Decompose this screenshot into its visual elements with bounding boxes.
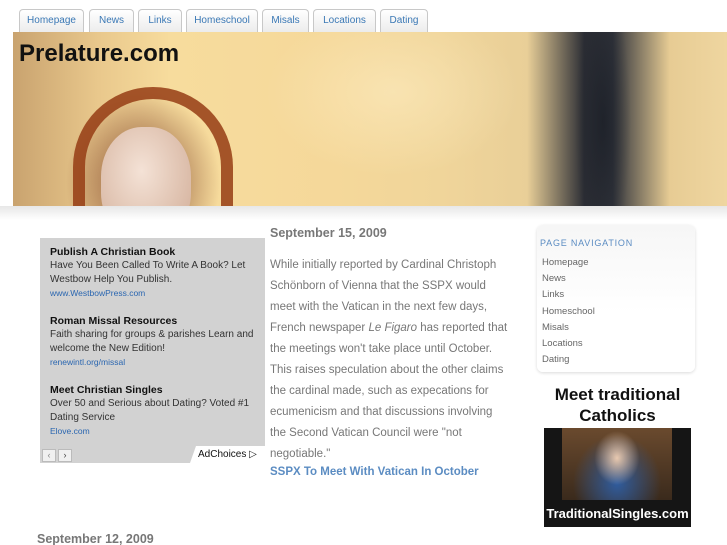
sidebar-item-dating[interactable]: Dating <box>542 354 569 365</box>
sidebar-item-links[interactable]: Links <box>542 289 564 300</box>
page-navigation: PAGE NAVIGATION Homepage News Links Home… <box>537 225 695 372</box>
tab-misals[interactable]: Misals <box>262 9 309 32</box>
ad-nav: ‹ › <box>40 446 74 463</box>
sidebar-item-news[interactable]: News <box>542 273 566 284</box>
header-shadow <box>0 206 727 220</box>
adchoices-button[interactable]: AdChoices ▷ <box>190 446 265 463</box>
header-image-face <box>101 127 191 206</box>
ad-url[interactable]: www.WestbowPress.com <box>50 287 260 299</box>
ad-next-arrow-icon[interactable]: › <box>58 449 72 462</box>
post-date: September 15, 2009 <box>270 226 387 240</box>
tab-locations[interactable]: Locations <box>313 9 376 32</box>
tab-homeschool[interactable]: Homeschool <box>186 9 258 32</box>
sidebar-item-misals[interactable]: Misals <box>542 322 569 333</box>
ad-title[interactable]: Roman Missal Resources <box>50 314 260 328</box>
tab-homepage[interactable]: Homepage <box>19 9 84 32</box>
ad-text: Faith sharing for groups & parishes Lear… <box>50 329 254 354</box>
header-banner-image: Prelature.com <box>13 32 727 206</box>
sidebar-item-homeschool[interactable]: Homeschool <box>542 306 595 317</box>
sidebar-item-homepage[interactable]: Homepage <box>542 257 588 268</box>
page-navigation-title: PAGE NAVIGATION <box>540 238 634 248</box>
ad-title[interactable]: Meet Christian Singles <box>50 383 260 397</box>
banner-madonna-image <box>562 428 672 500</box>
traditional-singles-banner[interactable]: Meet traditional Catholics TraditionalSi… <box>544 380 691 527</box>
ad-url[interactable]: renewintl.org/missal <box>50 356 260 368</box>
ad-block: Publish A Christian Book Have You Been C… <box>40 238 265 463</box>
post-body: While initially reported by Cardinal Chr… <box>270 255 510 465</box>
post-date: September 12, 2009 <box>37 532 154 545</box>
tab-dating[interactable]: Dating <box>380 9 428 32</box>
top-tab-bar: Homepage News Links Homeschool Misals Lo… <box>0 0 727 32</box>
ad-item[interactable]: Publish A Christian Book Have You Been C… <box>50 245 260 299</box>
banner-line: Meet traditional <box>554 385 681 404</box>
ad-url[interactable]: Elove.com <box>50 425 260 437</box>
site-title[interactable]: Prelature.com <box>19 40 179 68</box>
tab-news[interactable]: News <box>89 9 134 32</box>
ad-item[interactable]: Meet Christian Singles Over 50 and Serio… <box>50 383 260 437</box>
post-title-link[interactable]: SSPX To Meet With Vatican In October <box>270 466 479 478</box>
ad-prev-arrow-icon[interactable]: ‹ <box>42 449 56 462</box>
sidebar-item-locations[interactable]: Locations <box>542 338 583 349</box>
banner-site-name: TraditionalSingles.com <box>546 506 689 521</box>
tab-links[interactable]: Links <box>138 9 182 32</box>
banner-headline: Meet traditional Catholics <box>544 380 691 428</box>
ad-text: Have You Been Called To Write A Book? Le… <box>50 260 246 285</box>
ad-item[interactable]: Roman Missal Resources Faith sharing for… <box>50 314 260 368</box>
post-text-italic: Le Figaro <box>368 322 418 334</box>
ad-title[interactable]: Publish A Christian Book <box>50 245 260 259</box>
post-text: has reported that the meetings won't tak… <box>270 322 508 460</box>
ad-text: Over 50 and Serious about Dating? Voted … <box>50 398 250 423</box>
banner-line: Catholics <box>579 406 656 425</box>
